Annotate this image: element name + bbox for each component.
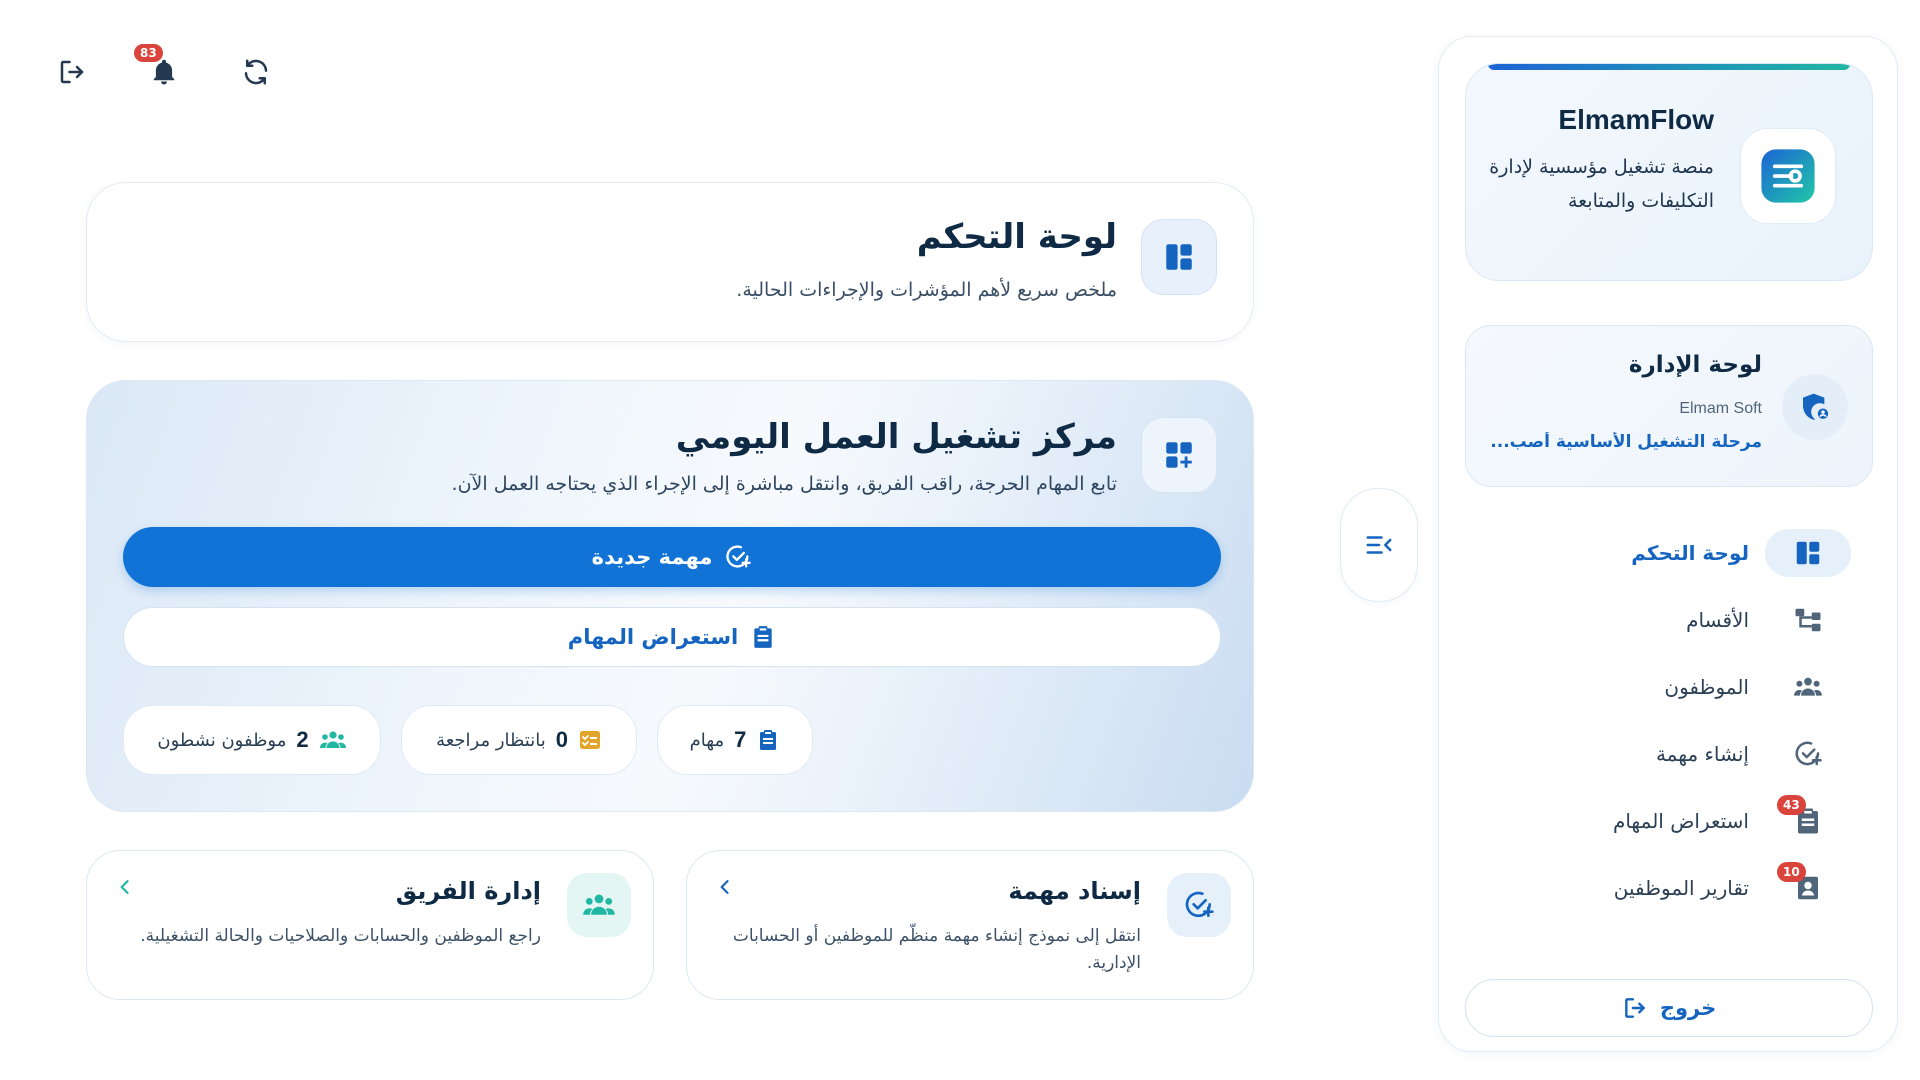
operations-phase: مرحلة التشغيل الأساسية أصب...	[1492, 432, 1762, 452]
stat-active-employees[interactable]: 2 موظفون نشطون	[123, 705, 381, 775]
sidebar-item-label: الأقسام	[1686, 608, 1749, 632]
refresh-button[interactable]	[234, 50, 278, 94]
app-logo	[1740, 128, 1836, 224]
assign-task-description: انتقل إلى نموذج إنشاء مهمة منظّم للموظفي…	[732, 926, 1141, 973]
page-subtitle: ملخص سريع لأهم المؤشرات والإجراءات الحال…	[736, 279, 1117, 301]
stat-tasks[interactable]: 7 مهام	[657, 705, 813, 775]
stat-employees-label: موظفون نشطون	[157, 729, 287, 751]
clipboard-icon	[754, 626, 772, 648]
clipboard-icon	[760, 730, 777, 750]
new-task-button[interactable]: مهمة جديدة	[123, 527, 1221, 587]
notifications-badge: 83	[134, 44, 163, 62]
stat-tasks-label: مهام	[689, 729, 725, 751]
stat-pending-review[interactable]: 0 بانتظار مراجعة	[401, 705, 637, 775]
logout-top-button[interactable]	[50, 50, 94, 94]
admin-shield-icon	[1782, 374, 1848, 440]
assign-task-title: إسناد مهمة	[1008, 877, 1141, 905]
hierarchy-icon	[1765, 596, 1851, 644]
task-list-icon: 43	[1765, 795, 1851, 845]
sidebar-item-employee-reports[interactable]: 10 تقارير الموظفين	[1465, 860, 1873, 916]
hero-title: مركز تشغيل العمل اليومي	[675, 417, 1117, 457]
stat-employees-value: 2	[296, 727, 309, 752]
stat-pending-label: بانتظار مراجعة	[436, 729, 546, 751]
brand-card: ElmamFlow منصة تشغيل مؤسسية لإدارة التكل…	[1465, 63, 1873, 281]
admin-panel-title: لوحة الإدارة	[1628, 352, 1762, 378]
sidebar-item-employees[interactable]: الموظفون	[1465, 659, 1873, 715]
menu-collapse-icon	[1366, 536, 1392, 554]
manage-team-title: إدارة الفريق	[395, 877, 541, 905]
admin-panel-card[interactable]: لوحة الإدارة Elmam Soft مرحلة التشغيل ال…	[1465, 325, 1873, 487]
team-icon	[1765, 663, 1851, 711]
daily-operations-card: مركز تشغيل العمل اليومي تابع المهام الحر…	[86, 380, 1254, 812]
logout-label: خروج	[1659, 996, 1717, 1020]
chevron-left-icon	[111, 873, 139, 901]
hero-subtitle: تابع المهام الحرجة، راقب الفريق، وانتقل …	[451, 473, 1117, 495]
team-icon	[567, 873, 631, 937]
review-icon	[579, 731, 600, 749]
browse-tasks-badge: 43	[1777, 795, 1806, 815]
brand-accent-stripe	[1488, 64, 1850, 70]
sidebar-item-departments[interactable]: الأقسام	[1465, 592, 1873, 648]
team-icon	[319, 731, 346, 748]
add-task-icon	[1765, 730, 1851, 778]
sidebar-item-dashboard[interactable]: لوحة التحكم	[1465, 525, 1873, 581]
logout-icon	[60, 60, 84, 84]
app-name: ElmamFlow	[1558, 104, 1714, 135]
dashboard-add-icon	[1141, 417, 1217, 493]
logout-icon	[1624, 998, 1645, 1018]
manage-team-description: راجع الموظفين والحسابات والصلاحيات والحا…	[140, 926, 541, 946]
manage-team-card[interactable]: إدارة الفريق راجع الموظفين والحسابات وال…	[86, 850, 654, 1000]
sidebar-logout-button[interactable]: خروج	[1465, 979, 1873, 1037]
employee-report-icon: 10	[1765, 862, 1851, 912]
new-task-label: مهمة جديدة	[591, 545, 713, 569]
chevron-left-icon	[711, 873, 739, 901]
add-task-icon	[726, 545, 752, 568]
add-task-icon	[1167, 873, 1231, 937]
stat-pending-value: 0	[555, 727, 568, 752]
sidebar-item-label: لوحة التحكم	[1631, 541, 1749, 565]
refresh-icon	[244, 59, 268, 85]
notifications-button[interactable]: 83	[134, 44, 186, 94]
sidebar-toggle-button[interactable]	[1340, 488, 1418, 602]
sidebar-item-create-task[interactable]: إنشاء مهمة	[1465, 726, 1873, 782]
dashboard-icon	[1141, 219, 1217, 295]
dashboard-icon	[1765, 529, 1851, 577]
browse-tasks-label: استعراض المهام	[567, 625, 739, 649]
stat-tasks-value: 7	[734, 727, 747, 752]
sidebar-item-label: تقارير الموظفين	[1613, 876, 1749, 900]
assign-task-card[interactable]: إسناد مهمة انتقل إلى نموذج إنشاء مهمة من…	[686, 850, 1254, 1000]
sidebar-item-label: استعراض المهام	[1612, 809, 1749, 833]
sidebar-nav: لوحة التحكم الأقسام الموظفون إنشاء مهمة …	[1465, 521, 1873, 981]
dashboard-header-card: لوحة التحكم ملخص سريع لأهم المؤشرات والإ…	[86, 182, 1254, 342]
sidebar-item-label: الموظفون	[1664, 675, 1749, 699]
app-tagline: منصة تشغيل مؤسسية لإدارة التكليفات والمت…	[1489, 156, 1714, 212]
sidebar: ElmamFlow منصة تشغيل مؤسسية لإدارة التكل…	[1438, 36, 1898, 1052]
page-title: لوحة التحكم	[916, 217, 1117, 257]
sidebar-item-label: إنشاء مهمة	[1655, 742, 1749, 766]
organization-name: Elmam Soft	[1679, 400, 1762, 417]
sidebar-item-browse-tasks[interactable]: 43 استعراض المهام	[1465, 793, 1873, 849]
browse-tasks-button[interactable]: استعراض المهام	[123, 607, 1221, 667]
employee-reports-badge: 10	[1777, 862, 1806, 882]
